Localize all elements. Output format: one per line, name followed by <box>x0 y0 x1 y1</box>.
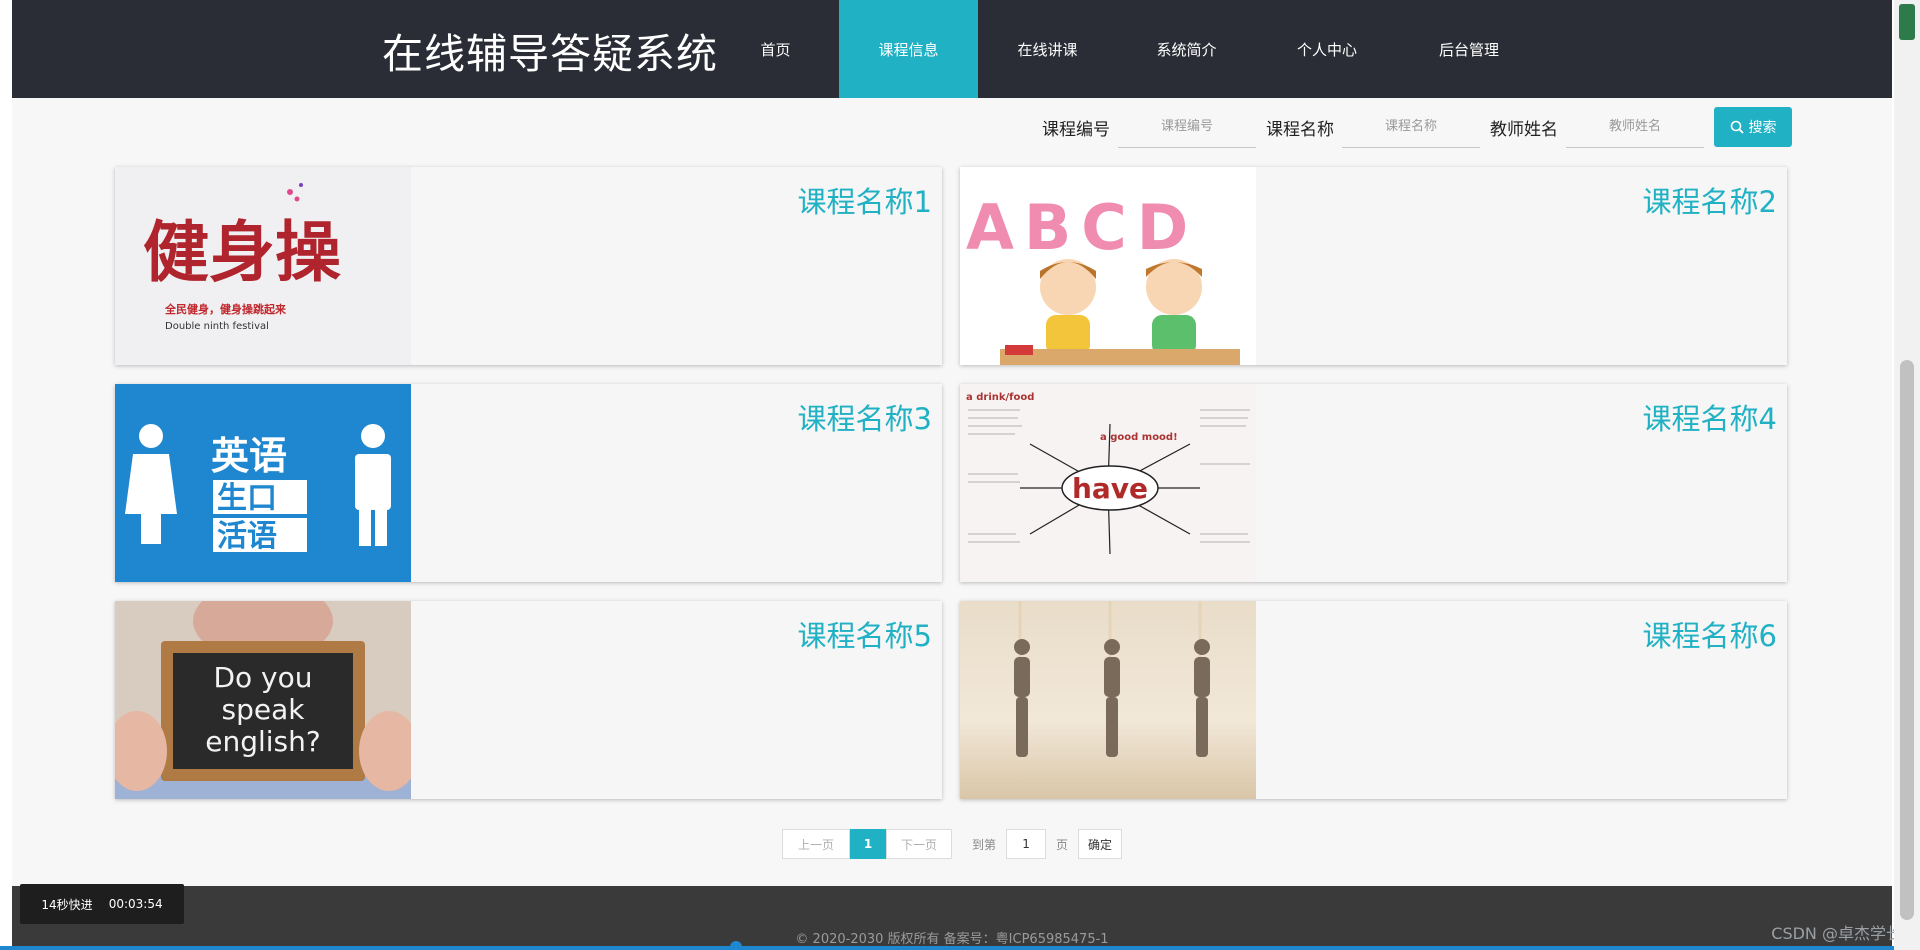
page-scrollbar[interactable] <box>1894 0 1920 950</box>
course-code-label: 课程编号 <box>1042 119 1110 140</box>
course-card[interactable]: 健身操 全民健身，健身操跳起来 Double ninth festival 课程… <box>115 167 942 365</box>
search-bar: 课程编号 课程名称 教师姓名 搜索 <box>1042 106 1792 148</box>
course-title[interactable]: 课程名称6 <box>1643 613 1777 655</box>
site-title[interactable]: 在线辅导答疑系统 <box>382 20 718 80</box>
thumb-text: Do you <box>213 661 312 694</box>
top-header: 在线辅导答疑系统 首页 课程信息 在线讲课 系统简介 个人中心 后台管理 <box>12 0 1892 98</box>
thumb-subtext: 生口 <box>217 481 277 516</box>
thumb-subtext: 全民健身，健身操跳起来 <box>164 302 287 316</box>
course-thumbnail[interactable]: 英语 生口 活语 <box>115 384 411 582</box>
course-name-input[interactable] <box>1342 106 1480 148</box>
confirm-page-button[interactable]: 确定 <box>1078 829 1123 859</box>
course-title[interactable]: 课程名称1 <box>798 179 932 221</box>
thumb-subtext-2: Double ninth festival <box>165 321 269 332</box>
course-thumbnail[interactable]: Do you speak english? <box>115 601 411 799</box>
course-thumbnail[interactable] <box>960 601 1256 799</box>
course-thumbnail[interactable]: ABCD <box>960 167 1256 365</box>
video-progress-handle[interactable] <box>730 941 742 950</box>
course-thumbnail[interactable]: 健身操 全民健身，健身操跳起来 Double ninth festival <box>115 167 411 365</box>
nav-course-info[interactable]: 课程信息 <box>839 0 978 98</box>
footer: © 2020-2030 版权所有 备案号：粤ICP65985475-1 <box>12 886 1892 950</box>
next-page-button[interactable]: 下一页 <box>886 829 952 859</box>
video-timestamp: 00:03:54 <box>108 897 163 911</box>
thumb-text: 英语 <box>211 434 287 478</box>
search-button-label: 搜索 <box>1748 120 1777 136</box>
course-card[interactable]: Do you speak english? 课程名称5 <box>115 601 942 799</box>
thumb-subtext: speak <box>222 693 306 726</box>
course-name-label: 课程名称 <box>1266 119 1334 140</box>
search-icon <box>1730 120 1744 134</box>
goto-page-input[interactable] <box>1006 829 1047 859</box>
nav-online-lecture[interactable]: 在线讲课 <box>978 0 1117 98</box>
course-title[interactable]: 课程名称3 <box>798 396 932 438</box>
nav-personal-center[interactable]: 个人中心 <box>1256 0 1398 98</box>
video-progress-bar[interactable] <box>0 946 1920 950</box>
course-thumbnail[interactable]: a drink/food a good mood! have <box>960 384 1256 582</box>
scrollbar-thumb[interactable] <box>1900 360 1914 920</box>
video-overlay-tag: 14秒快进 00:03:54 <box>20 884 184 924</box>
course-card[interactable]: 英语 生口 活语 课程名称3 <box>115 384 942 582</box>
thumb-text: 健身操 <box>143 213 341 291</box>
course-card[interactable]: ABCD 课程名称2 <box>960 167 1787 365</box>
course-code-input[interactable] <box>1118 106 1256 148</box>
search-button[interactable]: 搜索 <box>1714 107 1792 147</box>
page: 在线辅导答疑系统 首页 课程信息 在线讲课 系统简介 个人中心 后台管理 课程编… <box>12 0 1892 950</box>
nav-system-intro[interactable]: 系统简介 <box>1117 0 1256 98</box>
course-card[interactable]: 课程名称6 <box>960 601 1787 799</box>
thumb-text: have <box>1072 472 1148 505</box>
watermark: CSDN @卓杰学长 <box>1771 924 1902 943</box>
course-title[interactable]: 课程名称4 <box>1643 396 1777 438</box>
course-grid: 健身操 全民健身，健身操跳起来 Double ninth festival 课程… <box>115 167 1800 799</box>
page-unit-label: 页 <box>1056 837 1069 852</box>
thumb-subtext-2: english? <box>205 725 321 758</box>
teacher-name-label: 教师姓名 <box>1490 119 1558 140</box>
course-title[interactable]: 课程名称2 <box>1643 179 1777 221</box>
course-title[interactable]: 课程名称5 <box>798 613 932 655</box>
main-nav: 首页 课程信息 在线讲课 系统简介 个人中心 后台管理 <box>712 0 1540 98</box>
goto-label: 到第 <box>972 837 997 852</box>
scrollbar-top-marker <box>1899 4 1915 40</box>
prev-page-button[interactable]: 上一页 <box>782 829 850 859</box>
thumb-subtext: a drink/food <box>966 392 1034 403</box>
course-card[interactable]: a drink/food a good mood! have 课程名称4 <box>960 384 1787 582</box>
thumb-subtext-2: 活语 <box>217 519 277 554</box>
fast-forward-label: 14秒快进 <box>41 897 93 912</box>
current-page-button[interactable]: 1 <box>850 829 886 859</box>
teacher-name-input[interactable] <box>1566 106 1704 148</box>
copyright-text: © 2020-2030 版权所有 备案号：粤ICP65985475-1 <box>795 932 1109 947</box>
nav-home[interactable]: 首页 <box>712 0 839 98</box>
nav-admin[interactable]: 后台管理 <box>1398 0 1540 98</box>
thumb-subtext-2: a good mood! <box>1100 432 1178 443</box>
pagination: 上一页 1 下一页 到第 页 确定 <box>782 829 1123 859</box>
thumb-text: ABCD <box>966 191 1198 264</box>
